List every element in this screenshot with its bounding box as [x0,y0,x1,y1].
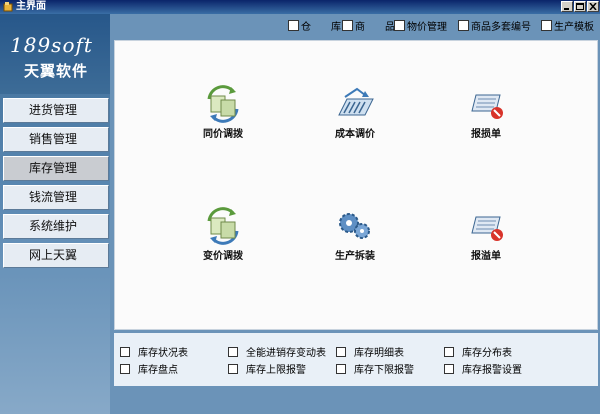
nav-sales[interactable]: 销售管理 [3,127,109,152]
checkbox[interactable] [288,20,299,31]
maximize-icon [576,3,584,10]
top-options: 仓 库 商 品 物价管理 商品多套编号 生产模板 [110,14,600,40]
transfer-icon [207,207,239,245]
function-same-price-transfer[interactable]: 同价调拨 [178,85,268,145]
report-stock-detail[interactable]: 库存明细表 [336,347,404,360]
function-label: 成本调价 [335,129,375,140]
transfer-icon [207,85,239,123]
checkbox[interactable] [541,20,552,31]
app-icon [3,2,13,12]
report-upper-limit-alarm[interactable]: 库存上限报警 [228,364,306,377]
checkbox[interactable] [394,20,405,31]
report-alarm-settings[interactable]: 库存报警设置 [444,364,522,377]
nav-cashflow[interactable]: 钱流管理 [3,185,109,210]
function-cost-adjust[interactable]: 成本调价 [310,85,400,145]
logo-brand: 189soft [10,33,93,57]
checkbox[interactable] [336,364,346,374]
nav-purchase[interactable]: 进货管理 [3,98,109,123]
minimize-icon [564,8,569,10]
option-warehouse[interactable]: 仓 库 [288,20,341,34]
function-label: 报溢单 [471,251,501,262]
checkbox[interactable] [444,364,454,374]
logo: 189soft 天翼软件 [0,14,110,94]
checkbox[interactable] [458,20,469,31]
report-inventory-change[interactable]: 全能进销存变动表 [228,347,326,360]
option-multi-code[interactable]: 商品多套编号 [458,20,531,34]
window-title: 主界面 [16,1,46,12]
function-label: 同价调拨 [203,129,243,140]
minimize-button[interactable] [561,1,573,12]
option-products[interactable]: 商 品 [342,20,395,34]
nav-online[interactable]: 网上天翼 [3,243,109,268]
logo-name: 天翼软件 [24,62,89,80]
function-loss-report[interactable]: 报损单 [441,85,531,145]
overflow-document-icon [471,216,503,241]
function-label: 变价调拨 [203,251,243,262]
checkbox[interactable] [120,364,130,374]
function-panel: 同价调拨 成本调价 报损单 变价调拨 生产拆装 报溢单 [114,40,598,330]
checkbox[interactable] [342,20,353,31]
maximize-button[interactable] [574,1,586,12]
sidebar: 189soft 天翼软件 进货管理 销售管理 库存管理 钱流管理 系统维护 网上… [0,14,110,414]
title-bar: 主界面 [0,0,600,14]
function-label: 生产拆装 [335,251,375,262]
option-pricing[interactable]: 物价管理 [394,20,447,34]
report-stock-distribution[interactable]: 库存分布表 [444,347,512,360]
gears-icon [339,213,370,239]
report-stock-count[interactable]: 库存盘点 [120,364,178,377]
nav-system[interactable]: 系统维护 [3,214,109,239]
checkbox[interactable] [444,347,454,357]
option-production-template[interactable]: 生产模板 [541,20,594,34]
loss-document-icon [471,94,503,119]
checkbox[interactable] [228,347,238,357]
price-chart-icon [338,87,374,116]
function-overflow-report[interactable]: 报溢单 [441,207,531,267]
report-stock-status[interactable]: 库存状况表 [120,347,188,360]
close-icon [589,3,597,10]
function-variable-price-transfer[interactable]: 变价调拨 [178,207,268,267]
checkbox[interactable] [228,364,238,374]
report-panel: 库存状况表 全能进销存变动表 库存明细表 库存分布表 库存盘点 库存上限报警 库… [114,333,598,386]
nav-inventory[interactable]: 库存管理 [3,156,109,181]
function-label: 报损单 [471,129,501,140]
report-lower-limit-alarm[interactable]: 库存下限报警 [336,364,414,377]
checkbox[interactable] [336,347,346,357]
function-production-assembly[interactable]: 生产拆装 [310,207,400,267]
checkbox[interactable] [120,347,130,357]
close-button[interactable] [587,1,599,12]
